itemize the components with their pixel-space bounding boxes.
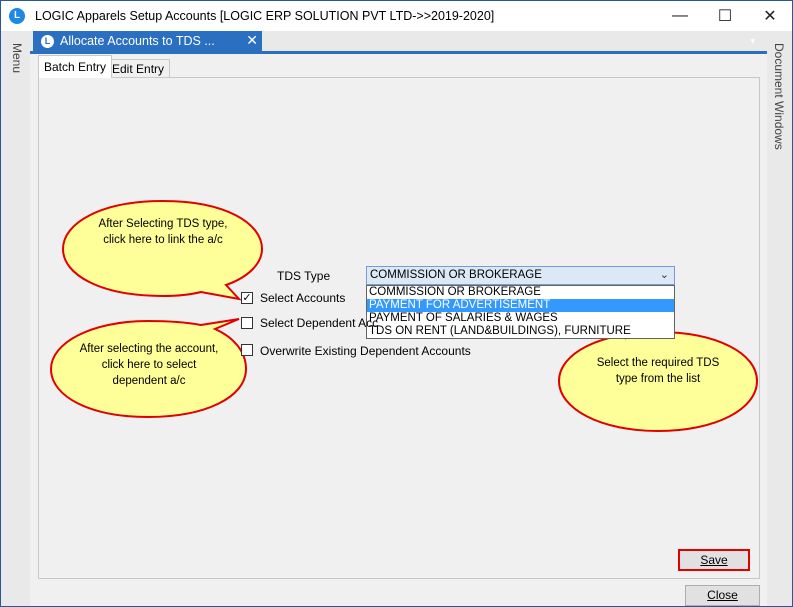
overwrite-existing-label[interactable]: Overwrite Existing Dependent Accounts xyxy=(260,344,471,358)
tds-option-commission[interactable]: COMMISSION OR BROKERAGE xyxy=(367,286,674,299)
tds-type-selected-value: COMMISSION OR BROKERAGE xyxy=(370,269,542,281)
select-dependent-label[interactable]: Select Dependent Acc xyxy=(260,316,378,330)
tds-option-advertisement[interactable]: PAYMENT FOR ADVERTISEMENT xyxy=(367,299,674,312)
select-accounts-label[interactable]: Select Accounts xyxy=(260,291,345,305)
tds-type-select[interactable]: COMMISSION OR BROKERAGE ⌄ xyxy=(366,266,675,285)
select-accounts-checkbox[interactable]: ✓ xyxy=(241,292,253,304)
tds-type-label: TDS Type xyxy=(277,269,331,283)
chevron-down-icon[interactable]: ⌄ xyxy=(660,267,669,284)
callout-3-text: Select the required TDS type from the li… xyxy=(596,357,720,385)
tds-type-options-list: COMMISSION OR BROKERAGE PAYMENT FOR ADVE… xyxy=(366,285,675,339)
tab-batch-entry[interactable]: Batch Entry xyxy=(38,55,113,78)
close-button[interactable]: Close xyxy=(685,585,760,606)
overwrite-existing-checkbox[interactable] xyxy=(241,344,253,356)
tds-option-rent[interactable]: TDS ON RENT (LAND&BUILDINGS), FURNITURE xyxy=(367,325,674,338)
callout-1-text: After Selecting TDS type, click here to … xyxy=(98,218,228,246)
app-window: L LOGIC Apparels Setup Accounts [LOGIC E… xyxy=(0,0,793,607)
save-button[interactable]: Save xyxy=(678,549,750,571)
callout-2-text: After selecting the account, click here … xyxy=(79,343,219,387)
select-dependent-checkbox[interactable] xyxy=(241,317,253,329)
tds-option-salaries[interactable]: PAYMENT OF SALARIES & WAGES xyxy=(367,312,674,325)
